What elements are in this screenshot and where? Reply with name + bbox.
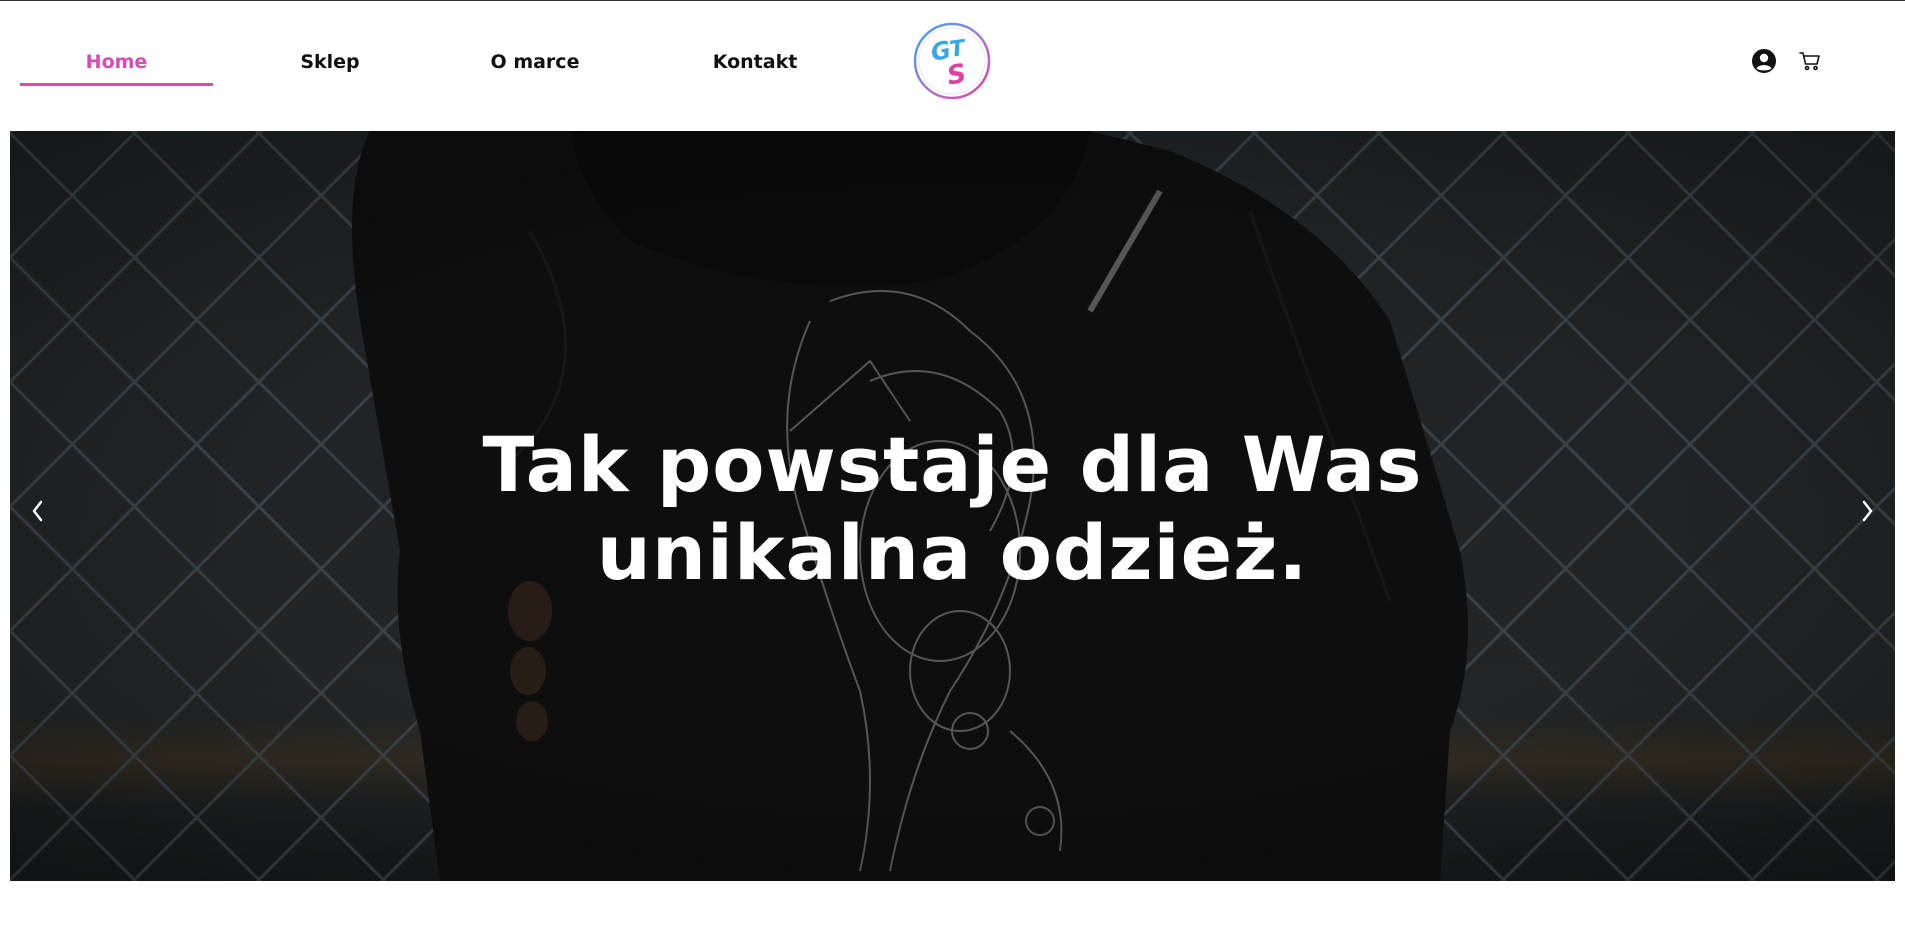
nav-item-kontakt[interactable]: Kontakt <box>670 39 840 85</box>
nav-item-label: Sklep <box>300 51 360 73</box>
hero-title-line-2: unikalna odzież. <box>596 508 1309 597</box>
nav-item-label: O marce <box>490 51 580 73</box>
brand-logo-mark: G T S <box>913 22 991 100</box>
chevron-right-icon <box>1862 500 1873 522</box>
brand-logo[interactable]: G T S <box>912 21 992 101</box>
nav-item-label: Home <box>85 51 148 73</box>
header-icons <box>1751 48 1823 74</box>
cart-icon[interactable] <box>1797 48 1823 74</box>
slider-next-button[interactable] <box>1847 486 1887 536</box>
hero-title-line-1: Tak powstaje dla Was <box>482 420 1423 509</box>
slider-prev-button[interactable] <box>18 486 58 536</box>
nav-item-label: Kontakt <box>712 51 798 73</box>
nav-item-o-marce[interactable]: O marce <box>450 39 620 85</box>
chevron-left-icon <box>32 500 43 522</box>
nav-item-sklep[interactable]: Sklep <box>260 39 400 85</box>
hero-title: Tak powstaje dla Was unikalna odzież. <box>10 421 1895 597</box>
nav-active-underline <box>20 83 213 86</box>
account-icon[interactable] <box>1751 48 1777 74</box>
hero-slider: Tak powstaje dla Was unikalna odzież. <box>10 131 1895 881</box>
nav-item-home[interactable]: Home <box>20 39 213 85</box>
site-header: Home Sklep O marce Kontakt G T S <box>0 1 1905 129</box>
